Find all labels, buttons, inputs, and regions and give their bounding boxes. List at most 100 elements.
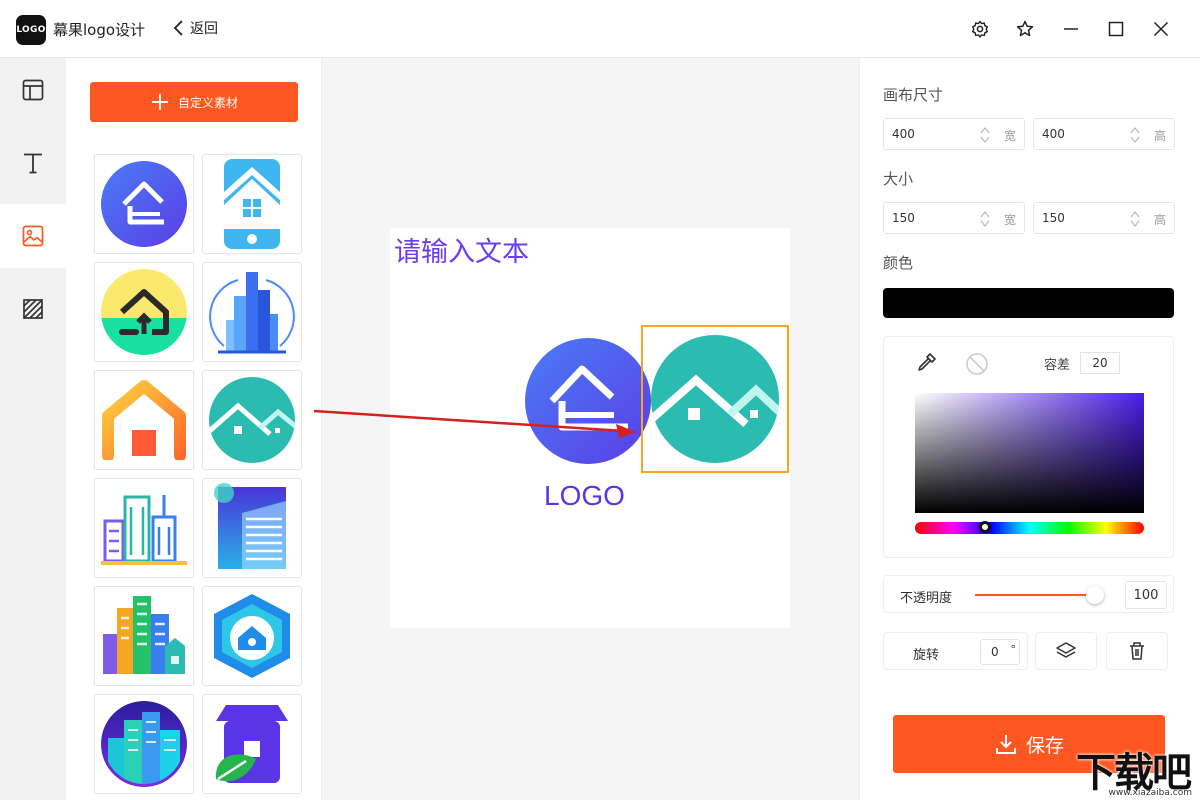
layout-icon	[21, 78, 45, 102]
spinner-icon	[980, 126, 990, 144]
city-colorful-buildings-icon	[99, 594, 189, 678]
canvas-text-layer[interactable]: 请输入文本	[394, 230, 529, 269]
rail-item-background[interactable]	[0, 277, 66, 341]
hue-slider-handle[interactable]	[979, 521, 991, 533]
settings-button[interactable]	[967, 16, 993, 42]
rail-item-text[interactable]	[0, 131, 66, 195]
asset-thumb-building-blue-tower[interactable]	[202, 262, 302, 362]
house-phone-blue-icon	[212, 157, 292, 251]
property-panel: 画布尺寸 400 宽 400 高 大小 150 宽 150 高 颜色	[859, 58, 1200, 800]
building-blue-square-icon	[212, 483, 292, 573]
gear-icon	[971, 20, 989, 38]
hue-slider[interactable]	[915, 522, 1144, 534]
rotate-input[interactable]: 0 °	[980, 639, 1020, 665]
asset-thumb-house-phone-blue[interactable]	[202, 154, 302, 254]
canvas-width-input[interactable]: 400 宽	[883, 118, 1025, 150]
canvas-height-value: 400	[1042, 127, 1065, 141]
back-label: 返回	[190, 18, 218, 38]
color-swatch[interactable]	[883, 288, 1174, 318]
text-icon	[21, 151, 45, 175]
back-button[interactable]: 返回	[172, 18, 218, 38]
width-unit: 宽	[1004, 127, 1016, 144]
width-unit: 宽	[1004, 211, 1016, 228]
site-watermark: 下载吧 www.xiazaiba.com	[1062, 738, 1196, 796]
maximize-button[interactable]	[1103, 16, 1129, 42]
canvas-logo-text[interactable]: LOGO	[544, 480, 625, 512]
size-height-input[interactable]: 150 高	[1033, 202, 1175, 234]
size-label: 大小	[883, 168, 913, 189]
canvas-width-value: 400	[892, 127, 915, 141]
rotate-value: 0	[991, 645, 999, 659]
house-orange-gradient-icon	[100, 380, 188, 460]
layers-icon	[1055, 640, 1077, 662]
favorite-button[interactable]	[1012, 16, 1038, 42]
size-width-value: 150	[892, 211, 915, 225]
tolerance-label: 容差	[1044, 354, 1070, 373]
house-teal-circle-icon	[208, 376, 296, 464]
no-color-icon[interactable]	[965, 352, 989, 376]
opacity-input[interactable]: 100	[1125, 581, 1167, 609]
delete-button[interactable]	[1106, 632, 1168, 670]
degree-unit: °	[1011, 643, 1017, 656]
size-height-value: 150	[1042, 211, 1065, 225]
asset-thumb-city-circle-purple[interactable]	[94, 694, 194, 794]
download-icon	[994, 732, 1018, 756]
spinner-icon	[1130, 126, 1140, 144]
watermark-url: www.xiazaiba.com	[1108, 788, 1192, 798]
house-hexagon-blue-icon	[208, 590, 296, 682]
image-icon	[21, 224, 45, 248]
asset-thumb-city-outline-buildings[interactable]	[94, 478, 194, 578]
asset-thumb-city-colorful-buildings[interactable]	[94, 586, 194, 686]
tolerance-input[interactable]: 20	[1080, 352, 1120, 374]
asset-thumb-house-teal-circle[interactable]	[202, 370, 302, 470]
star-icon	[1016, 20, 1034, 38]
texture-icon	[21, 297, 45, 321]
chevron-left-icon	[172, 19, 186, 37]
house-yellow-green-icon	[100, 268, 188, 356]
eyedropper-icon[interactable]	[916, 351, 938, 373]
app-window: LOGO 幕果logo设计 返回	[0, 0, 1200, 800]
layer-button[interactable]	[1035, 632, 1097, 670]
save-label: 保存	[1026, 731, 1064, 758]
size-width-input[interactable]: 150 宽	[883, 202, 1025, 234]
asset-thumb-house-circle-blue[interactable]	[94, 154, 194, 254]
asset-thumb-house-yellow-green[interactable]	[94, 262, 194, 362]
rotate-label: 旋转	[913, 644, 939, 663]
height-unit: 高	[1154, 211, 1166, 228]
close-icon	[1152, 20, 1170, 38]
height-unit: 高	[1154, 127, 1166, 144]
color-label: 颜色	[883, 252, 913, 273]
opacity-slider-handle[interactable]	[1086, 586, 1104, 604]
opacity-row: 不透明度 100	[883, 575, 1174, 613]
asset-thumb-building-blue-square[interactable]	[202, 478, 302, 578]
selection-box[interactable]	[641, 325, 789, 473]
app-title: 幕果logo设计	[53, 19, 145, 40]
rail-item-template[interactable]	[0, 58, 66, 122]
opacity-label: 不透明度	[900, 587, 952, 606]
minimize-icon	[1062, 20, 1080, 38]
title-bar: LOGO 幕果logo设计 返回	[0, 0, 1200, 58]
rail-item-image[interactable]	[0, 204, 66, 268]
opacity-slider[interactable]	[975, 594, 1095, 596]
close-button[interactable]	[1148, 16, 1174, 42]
tool-rail	[0, 58, 66, 800]
building-blue-tower-icon	[208, 266, 296, 358]
plus-icon	[150, 92, 170, 112]
custom-material-button[interactable]: 自定义素材	[90, 82, 298, 122]
asset-thumb-house-hexagon-blue[interactable]	[202, 586, 302, 686]
saturation-value-area[interactable]	[915, 393, 1144, 513]
minimize-button[interactable]	[1058, 16, 1084, 42]
house-circle-blue-icon	[100, 160, 188, 248]
canvas-height-input[interactable]: 400 高	[1033, 118, 1175, 150]
rotate-row: 旋转 0 °	[883, 632, 1028, 670]
asset-thumb-house-orange-gradient[interactable]	[94, 370, 194, 470]
city-outline-buildings-icon	[99, 487, 189, 569]
app-logo: LOGO	[16, 15, 46, 45]
spinner-icon	[1130, 210, 1140, 228]
asset-thumb-shop-leaf-purple[interactable]	[202, 694, 302, 794]
city-circle-purple-icon	[100, 700, 188, 788]
shop-leaf-purple-icon	[208, 699, 296, 789]
custom-material-label: 自定义素材	[178, 94, 238, 111]
canvas-size-label: 画布尺寸	[883, 84, 943, 105]
spinner-icon	[980, 210, 990, 228]
